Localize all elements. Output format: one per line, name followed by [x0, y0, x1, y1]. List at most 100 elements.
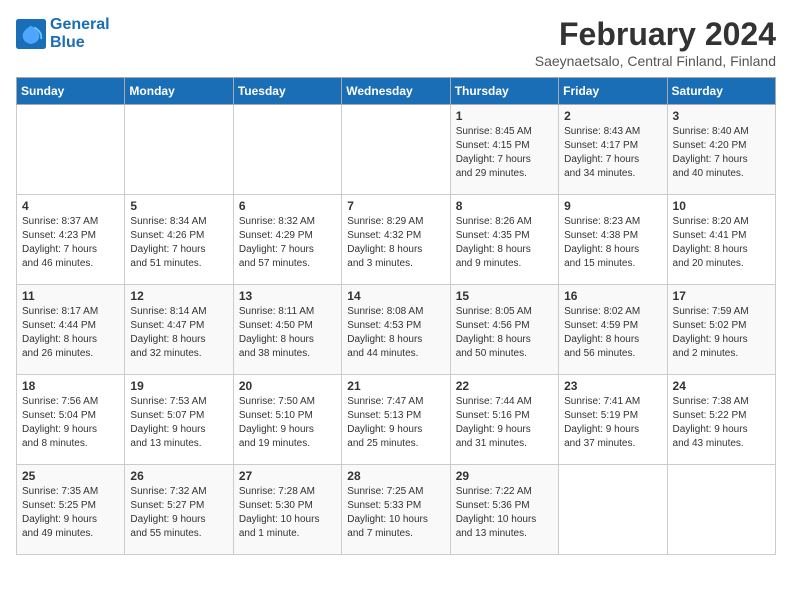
location: Saeynaetsalo, Central Finland, Finland — [535, 53, 776, 69]
calendar-cell: 5 Sunrise: 8:34 AM Sunset: 4:26 PM Daylig… — [125, 195, 233, 285]
weekday-header-monday: Monday — [125, 78, 233, 105]
cell-info: Sunrise: 7:28 AM Sunset: 5:30 PM Dayligh… — [239, 485, 336, 541]
cell-info: Sunrise: 7:44 AM Sunset: 5:16 PM Dayligh… — [456, 395, 553, 451]
calendar-cell: 22 Sunrise: 7:44 AM Sunset: 5:16 PM Dayli… — [450, 375, 558, 465]
logo-general: General — [50, 16, 110, 34]
day-number: 11 — [22, 289, 119, 303]
day-number: 16 — [564, 289, 661, 303]
calendar-cell — [17, 105, 125, 195]
cell-info: Sunrise: 7:59 AM Sunset: 5:02 PM Dayligh… — [673, 305, 770, 361]
day-number: 17 — [673, 289, 770, 303]
calendar-cell — [667, 465, 775, 555]
title-block: February 2024 Saeynaetsalo, Central Finl… — [535, 16, 776, 69]
cell-info: Sunrise: 7:35 AM Sunset: 5:25 PM Dayligh… — [22, 485, 119, 541]
weekday-header-thursday: Thursday — [450, 78, 558, 105]
day-number: 5 — [130, 199, 227, 213]
weekday-header-sunday: Sunday — [17, 78, 125, 105]
calendar-week-2: 11 Sunrise: 8:17 AM Sunset: 4:44 PM Dayli… — [17, 285, 776, 375]
cell-info: Sunrise: 7:41 AM Sunset: 5:19 PM Dayligh… — [564, 395, 661, 451]
cell-info: Sunrise: 8:23 AM Sunset: 4:38 PM Dayligh… — [564, 215, 661, 271]
calendar-week-1: 4Sunrise: 8:37 AM Sunset: 4:23 PM Daylig… — [17, 195, 776, 285]
calendar-cell: 25 Sunrise: 7:35 AM Sunset: 5:25 PM Dayli… — [17, 465, 125, 555]
day-number: 8 — [456, 199, 553, 213]
cell-info: Sunrise: 7:22 AM Sunset: 5:36 PM Dayligh… — [456, 485, 553, 541]
calendar-cell: 12 Sunrise: 8:14 AM Sunset: 4:47 PM Dayli… — [125, 285, 233, 375]
day-number: 1 — [456, 109, 553, 123]
day-number: 19 — [130, 379, 227, 393]
calendar-cell: 24 Sunrise: 7:38 AM Sunset: 5:22 PM Dayli… — [667, 375, 775, 465]
calendar-cell: 18Sunrise: 7:56 AM Sunset: 5:04 PM Dayli… — [17, 375, 125, 465]
calendar-cell — [342, 105, 450, 195]
cell-info: Sunrise: 8:45 AM Sunset: 4:15 PM Dayligh… — [456, 125, 553, 181]
calendar-cell: 6Sunrise: 8:32 AM Sunset: 4:29 PM Daylig… — [233, 195, 341, 285]
day-number: 28 — [347, 469, 444, 483]
logo-blue-text: Blue — [50, 34, 110, 52]
day-number: 15 — [456, 289, 553, 303]
calendar-cell: 14Sunrise: 8:08 AM Sunset: 4:53 PM Dayli… — [342, 285, 450, 375]
cell-info: Sunrise: 7:25 AM Sunset: 5:33 PM Dayligh… — [347, 485, 444, 541]
cell-info: Sunrise: 8:40 AM Sunset: 4:20 PM Dayligh… — [673, 125, 770, 181]
weekday-header-friday: Friday — [559, 78, 667, 105]
calendar-cell — [559, 465, 667, 555]
cell-info: Sunrise: 8:08 AM Sunset: 4:53 PM Dayligh… — [347, 305, 444, 361]
cell-info: Sunrise: 8:17 AM Sunset: 4:44 PM Dayligh… — [22, 305, 119, 361]
cell-info: Sunrise: 8:26 AM Sunset: 4:35 PM Dayligh… — [456, 215, 553, 271]
day-number: 20 — [239, 379, 336, 393]
cell-info: Sunrise: 8:02 AM Sunset: 4:59 PM Dayligh… — [564, 305, 661, 361]
day-number: 10 — [673, 199, 770, 213]
calendar-cell — [125, 105, 233, 195]
day-number: 2 — [564, 109, 661, 123]
calendar-cell: 8 Sunrise: 8:26 AM Sunset: 4:35 PM Daylig… — [450, 195, 558, 285]
header-row: SundayMondayTuesdayWednesdayThursdayFrid… — [17, 78, 776, 105]
calendar-cell: 21 Sunrise: 7:47 AM Sunset: 5:13 PM Dayli… — [342, 375, 450, 465]
calendar-cell: 9Sunrise: 8:23 AM Sunset: 4:38 PM Daylig… — [559, 195, 667, 285]
logo-icon — [16, 19, 46, 49]
calendar-cell: 2 Sunrise: 8:43 AM Sunset: 4:17 PM Daylig… — [559, 105, 667, 195]
calendar-cell: 11 Sunrise: 8:17 AM Sunset: 4:44 PM Dayli… — [17, 285, 125, 375]
day-number: 27 — [239, 469, 336, 483]
calendar-cell: 20Sunrise: 7:50 AM Sunset: 5:10 PM Dayli… — [233, 375, 341, 465]
calendar-cell — [233, 105, 341, 195]
calendar-cell: 26 Sunrise: 7:32 AM Sunset: 5:27 PM Dayli… — [125, 465, 233, 555]
cell-info: Sunrise: 7:53 AM Sunset: 5:07 PM Dayligh… — [130, 395, 227, 451]
day-number: 23 — [564, 379, 661, 393]
calendar-cell: 19 Sunrise: 7:53 AM Sunset: 5:07 PM Dayli… — [125, 375, 233, 465]
month-year: February 2024 — [535, 16, 776, 53]
day-number: 12 — [130, 289, 227, 303]
cell-info: Sunrise: 8:11 AM Sunset: 4:50 PM Dayligh… — [239, 305, 336, 361]
cell-info: Sunrise: 7:32 AM Sunset: 5:27 PM Dayligh… — [130, 485, 227, 541]
cell-info: Sunrise: 8:20 AM Sunset: 4:41 PM Dayligh… — [673, 215, 770, 271]
cell-info: Sunrise: 8:34 AM Sunset: 4:26 PM Dayligh… — [130, 215, 227, 271]
cell-info: Sunrise: 8:29 AM Sunset: 4:32 PM Dayligh… — [347, 215, 444, 271]
calendar-cell: 16 Sunrise: 8:02 AM Sunset: 4:59 PM Dayli… — [559, 285, 667, 375]
calendar-week-4: 25 Sunrise: 7:35 AM Sunset: 5:25 PM Dayli… — [17, 465, 776, 555]
day-number: 25 — [22, 469, 119, 483]
weekday-header-saturday: Saturday — [667, 78, 775, 105]
day-number: 4 — [22, 199, 119, 213]
calendar-cell: 4Sunrise: 8:37 AM Sunset: 4:23 PM Daylig… — [17, 195, 125, 285]
cell-info: Sunrise: 7:47 AM Sunset: 5:13 PM Dayligh… — [347, 395, 444, 451]
calendar-cell: 28 Sunrise: 7:25 AM Sunset: 5:33 PM Dayli… — [342, 465, 450, 555]
cell-info: Sunrise: 7:38 AM Sunset: 5:22 PM Dayligh… — [673, 395, 770, 451]
calendar-week-0: 1 Sunrise: 8:45 AM Sunset: 4:15 PM Daylig… — [17, 105, 776, 195]
logo: General Blue — [16, 16, 110, 51]
calendar-cell: 1 Sunrise: 8:45 AM Sunset: 4:15 PM Daylig… — [450, 105, 558, 195]
calendar-cell: 10 Sunrise: 8:20 AM Sunset: 4:41 PM Dayli… — [667, 195, 775, 285]
calendar-week-3: 18Sunrise: 7:56 AM Sunset: 5:04 PM Dayli… — [17, 375, 776, 465]
cell-info: Sunrise: 8:14 AM Sunset: 4:47 PM Dayligh… — [130, 305, 227, 361]
calendar-cell: 27 Sunrise: 7:28 AM Sunset: 5:30 PM Dayli… — [233, 465, 341, 555]
day-number: 21 — [347, 379, 444, 393]
weekday-header-tuesday: Tuesday — [233, 78, 341, 105]
cell-info: Sunrise: 8:43 AM Sunset: 4:17 PM Dayligh… — [564, 125, 661, 181]
calendar-cell: 17 Sunrise: 7:59 AM Sunset: 5:02 PM Dayli… — [667, 285, 775, 375]
cell-info: Sunrise: 8:05 AM Sunset: 4:56 PM Dayligh… — [456, 305, 553, 361]
day-number: 24 — [673, 379, 770, 393]
cell-info: Sunrise: 7:56 AM Sunset: 5:04 PM Dayligh… — [22, 395, 119, 451]
day-number: 22 — [456, 379, 553, 393]
day-number: 29 — [456, 469, 553, 483]
calendar-cell: 29 Sunrise: 7:22 AM Sunset: 5:36 PM Dayli… — [450, 465, 558, 555]
day-number: 26 — [130, 469, 227, 483]
day-number: 13 — [239, 289, 336, 303]
calendar-cell: 3Sunrise: 8:40 AM Sunset: 4:20 PM Daylig… — [667, 105, 775, 195]
cell-info: Sunrise: 8:32 AM Sunset: 4:29 PM Dayligh… — [239, 215, 336, 271]
